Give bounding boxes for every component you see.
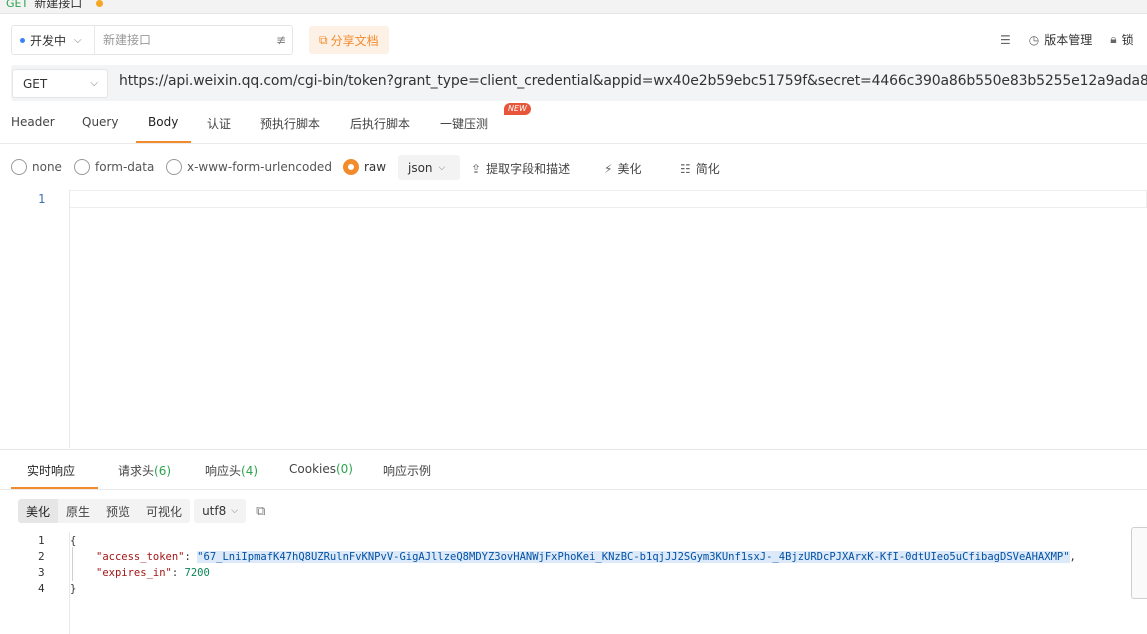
extract-fields-label: 提取字段和描述	[486, 162, 571, 176]
new-badge: NEW	[504, 103, 531, 115]
scrollbar[interactable]	[1131, 527, 1147, 599]
tab-pre-script[interactable]: 预执行脚本	[260, 115, 320, 132]
line-number: 3	[38, 566, 45, 579]
tab-request-headers-label: 请求头	[118, 464, 155, 478]
tab-label: 新建接口	[34, 0, 83, 10]
json-brace-open: {	[70, 535, 77, 547]
json-key: "expires_in"	[96, 567, 172, 579]
json-colon: :	[171, 567, 185, 579]
tab-strip	[0, 0, 1147, 14]
tab-request-headers[interactable]: 请求头(6)	[118, 462, 171, 479]
format-bar: 美化 原生 预览 可视化 utf8 ⌵ ⧉	[18, 498, 265, 524]
tab-cookies[interactable]: Cookies(0)	[289, 462, 353, 476]
json-line-access-token: "access_token": "67_LniIpmafK47hQ8UZRuln…	[96, 551, 1076, 563]
radio-urlencoded-label: x-www-form-urlencoded	[187, 160, 332, 174]
tab-new-api[interactable]: GET 新建接口	[0, 0, 109, 10]
chevron-down-icon: ⌵	[438, 162, 446, 173]
right-toolbar: ☰ ◷ 版本管理 🔒︎ 锁	[1000, 31, 1134, 48]
share-icon: ⧉	[319, 32, 328, 47]
simplify-label: 简化	[695, 162, 720, 176]
chevron-down-icon: ⌵	[74, 34, 82, 46]
tab-realtime-response[interactable]: 实时响应	[27, 462, 75, 479]
active-tab-underline	[136, 141, 191, 143]
radio-none-label: none	[32, 160, 62, 174]
mode-raw[interactable]: 原生	[58, 499, 99, 523]
method-select[interactable]: GET ⌵	[12, 69, 108, 98]
body-editor[interactable]	[70, 190, 1147, 208]
env-label: 开发中	[30, 33, 67, 48]
list-icon: ☷	[680, 162, 691, 176]
tab-response-headers[interactable]: 响应头(4)	[205, 462, 258, 479]
share-label: 分享文档	[330, 33, 379, 48]
body-format-select[interactable]: json ⌵	[398, 155, 460, 180]
radio-none[interactable]	[11, 159, 27, 175]
editor-gutter	[0, 190, 70, 448]
count-badge: (6)	[154, 464, 172, 478]
tab-post-script[interactable]: 后执行脚本	[350, 115, 410, 132]
json-comma: ,	[1069, 551, 1076, 563]
tab-load-test[interactable]: 一键压测	[440, 115, 488, 132]
outline-icon[interactable]: ☰	[1000, 33, 1011, 47]
indent-guide	[72, 547, 73, 581]
magic-wand-icon: ⚡︎	[604, 162, 613, 176]
mode-preview[interactable]: 预览	[98, 499, 139, 523]
encoding-select[interactable]: utf8 ⌵	[194, 499, 247, 523]
tab-response-example[interactable]: 响应示例	[383, 462, 431, 479]
active-tab-underline	[11, 487, 98, 489]
count-badge: (4)	[241, 464, 259, 478]
tab-body[interactable]: Body	[148, 115, 178, 129]
env-name-box: 开发中 ⌵ ≢	[11, 25, 293, 55]
tab-header[interactable]: Header	[11, 115, 55, 129]
json-colon: :	[184, 551, 198, 563]
radio-form-data-label: form-data	[95, 160, 155, 174]
unsaved-dot	[96, 0, 104, 7]
url-input[interactable]: https://api.weixin.qq.com/cgi-bin/token?…	[119, 73, 1147, 89]
access-token-value[interactable]: "67_LniIpmafK47hQ8UZRulnFvKNPvV-GigAJllz…	[197, 551, 1070, 563]
json-line-expires-in: "expires_in": 7200	[96, 567, 210, 579]
count-badge: (0)	[335, 462, 353, 476]
line-number: 1	[38, 534, 45, 547]
upload-icon: ⇪	[471, 162, 482, 176]
expires-in-value: 7200	[184, 567, 210, 579]
clock-icon: ◷	[1028, 32, 1040, 47]
lock-button[interactable]: 锁	[1122, 31, 1134, 48]
line-number: 1	[38, 192, 46, 206]
tab-method: GET	[6, 0, 29, 10]
version-button[interactable]: 版本管理	[1044, 31, 1092, 48]
edit-icon[interactable]: ≢	[270, 33, 292, 47]
encoding-label: utf8	[202, 504, 227, 518]
format-mode-group: 美化 原生 预览 可视化	[18, 499, 191, 523]
chevron-down-icon: ⌵	[90, 78, 98, 89]
json-key: "access_token"	[96, 551, 185, 563]
copy-icon[interactable]: ⧉	[256, 504, 265, 519]
radio-form-data[interactable]	[74, 159, 90, 175]
line-number: 2	[38, 550, 45, 563]
body-format-label: json	[408, 160, 433, 175]
mode-beautify[interactable]: 美化	[18, 499, 59, 523]
mode-visualize[interactable]: 可视化	[138, 499, 191, 523]
line-number: 4	[38, 582, 45, 595]
tab-query[interactable]: Query	[82, 115, 118, 129]
radio-raw[interactable]	[343, 159, 359, 175]
beautify-label: 美化	[617, 162, 642, 176]
api-name-input[interactable]	[95, 26, 270, 54]
env-status-dot	[20, 37, 25, 43]
method-label: GET	[23, 76, 48, 91]
response-tabs: 实时响应 请求头(6) 响应头(4) Cookies(0) 响应示例	[0, 450, 1147, 490]
extract-fields-button[interactable]: ⇪ 提取字段和描述	[471, 160, 570, 177]
radio-urlencoded[interactable]	[166, 159, 182, 175]
tab-response-headers-label: 响应头	[205, 464, 242, 478]
response-gutter	[0, 532, 70, 634]
tab-auth[interactable]: 认证	[207, 115, 231, 132]
beautify-button[interactable]: ⚡︎ 美化	[604, 160, 641, 177]
lock-icon: 🔒︎	[1110, 32, 1117, 46]
env-select[interactable]: 开发中 ⌵	[12, 26, 95, 54]
tab-cookies-label: Cookies	[289, 462, 336, 476]
radio-raw-label: raw	[364, 160, 387, 174]
json-brace-close: }	[70, 583, 77, 595]
request-tabs: Header Query Body 认证 预执行脚本 后执行脚本 一键压测	[0, 108, 1147, 144]
share-doc-button[interactable]: ⧉ 分享文档	[309, 26, 389, 54]
chevron-down-icon: ⌵	[231, 506, 239, 516]
simplify-button[interactable]: ☷ 简化	[680, 160, 720, 177]
